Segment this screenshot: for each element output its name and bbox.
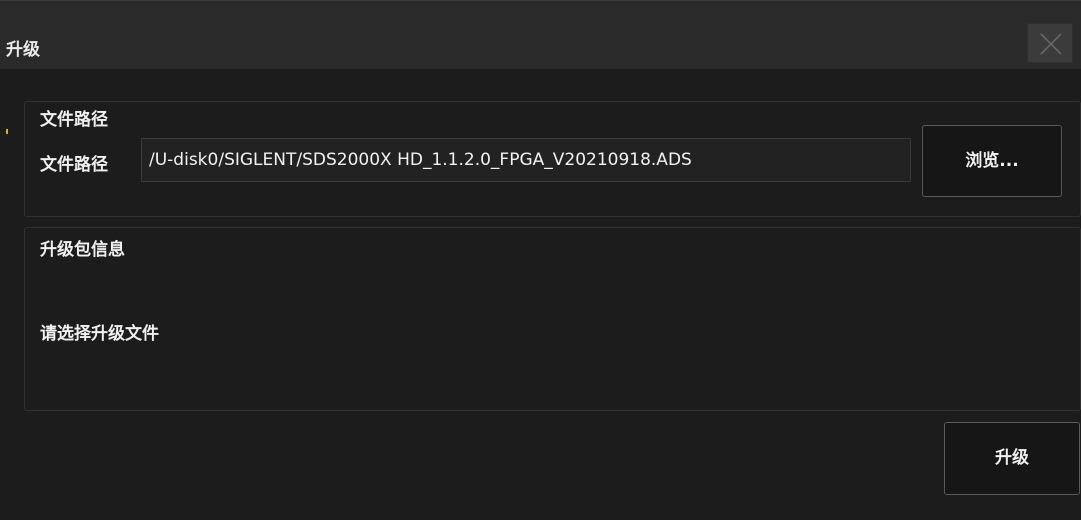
file-path-label: 文件路径 [40,155,108,175]
upgrade-dialog: 升级 文件路径 文件路径 /U-disk0/SIGLENT/SDS2000X H… [0,0,1081,520]
browse-button[interactable]: 浏览... [922,125,1062,197]
file-path-input[interactable]: /U-disk0/SIGLENT/SDS2000X HD_1.1.2.0_FPG… [141,138,911,182]
dialog-title: 升级 [6,40,40,60]
file-path-heading: 文件路径 [40,110,108,130]
title-bar: 升级 [0,1,1081,69]
package-info-group [24,227,1081,411]
focus-marker [6,129,8,134]
close-icon [1040,33,1062,55]
package-info-heading: 升级包信息 [40,240,125,260]
close-button[interactable] [1027,23,1073,63]
package-info-message: 请选择升级文件 [40,324,159,344]
upgrade-button[interactable]: 升级 [944,422,1080,495]
